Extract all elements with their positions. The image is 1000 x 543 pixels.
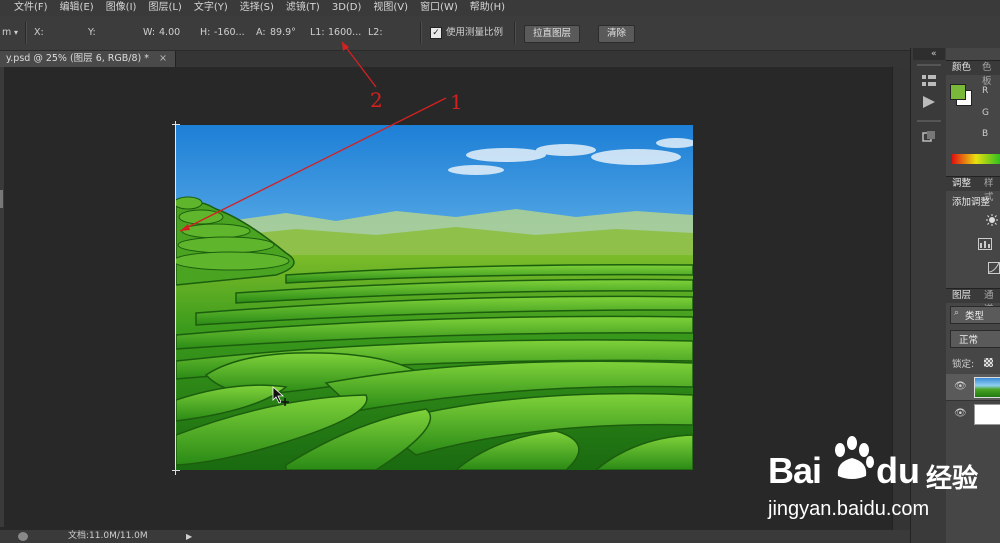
collapse-panels-icon[interactable]: « xyxy=(931,48,937,60)
baidu-paw-logo xyxy=(835,436,874,479)
lock-label: 锁定: xyxy=(952,359,975,370)
watermark-jingyan: 经验 xyxy=(926,464,979,494)
panel-grip xyxy=(917,64,941,66)
blend-mode-select[interactable]: 正常 xyxy=(950,330,1000,348)
tab-channels[interactable]: 通道 xyxy=(984,289,1000,315)
status-arrow-icon[interactable]: ▶ xyxy=(186,530,192,543)
layer-kind-value: 类型 xyxy=(965,311,985,322)
color-spectrum-bar[interactable] xyxy=(952,154,1000,164)
levels-icon[interactable] xyxy=(978,238,992,250)
annotation-label-1: 1 xyxy=(450,90,463,114)
play-actions-icon[interactable] xyxy=(922,96,936,108)
lock-transparency-icon[interactable] xyxy=(984,358,993,367)
watermark-bai: Bai xyxy=(768,450,822,491)
3d-panel-icon[interactable] xyxy=(921,130,937,144)
add-adjustment-label: 添加调整 xyxy=(952,197,991,208)
layer-row-selected[interactable]: 👁 xyxy=(946,374,1000,400)
eye-icon[interactable]: 👁 xyxy=(954,408,967,419)
tab-adjustments[interactable]: 调整 xyxy=(952,177,971,191)
panel-grip xyxy=(917,120,941,122)
annotation-arrow-2 xyxy=(341,41,377,88)
blend-mode-value: 正常 xyxy=(959,335,979,346)
history-icon[interactable] xyxy=(921,74,937,88)
watermark-url: jingyan.baidu.com xyxy=(768,498,930,520)
eye-icon[interactable]: 👁 xyxy=(954,381,967,392)
adjustments-panel-header: 调整 样式 xyxy=(946,176,1000,203)
brightness-icon[interactable] xyxy=(986,214,998,226)
layer-thumbnail xyxy=(974,404,1000,425)
color-panel-header: 颜色 色板 xyxy=(946,60,1000,87)
foreground-color-swatch[interactable] xyxy=(950,84,966,100)
tab-layers[interactable]: 图层 xyxy=(952,289,971,303)
document-size-info: 文档:11.0M/11.0M xyxy=(68,531,148,541)
status-menu-icon[interactable] xyxy=(18,532,28,541)
layers-panel-header: 图层 通道 xyxy=(946,288,1000,315)
arrow-head-icon xyxy=(180,224,190,231)
tab-swatches[interactable]: 色板 xyxy=(982,61,1000,87)
watermark-du: du xyxy=(876,450,920,491)
annotation-label-2: 2 xyxy=(370,88,383,112)
panel-header xyxy=(913,48,945,60)
red-channel-label: R xyxy=(982,86,989,96)
layer-row[interactable]: 👁 xyxy=(946,400,1000,427)
curves-icon[interactable] xyxy=(988,262,1000,274)
layer-thumbnail xyxy=(974,377,1000,398)
annotation-arrow-1 xyxy=(179,97,447,232)
blue-channel-label: B xyxy=(982,129,989,139)
search-icon: ⌕ xyxy=(954,308,960,318)
layer-kind-filter[interactable]: ⌕ 类型 xyxy=(950,306,1000,324)
tab-color[interactable]: 颜色 xyxy=(952,61,971,75)
baidu-watermark: Bai du 经验 jingyan.baidu.com xyxy=(768,432,1000,532)
tab-styles[interactable]: 样式 xyxy=(984,177,1000,203)
green-channel-label: G xyxy=(982,108,989,118)
